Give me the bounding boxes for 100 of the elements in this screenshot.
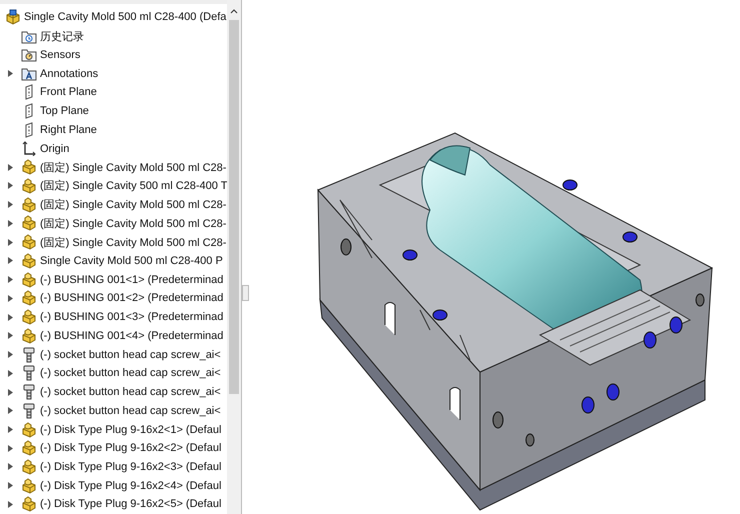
tree-item[interactable]: Front Plane (0, 82, 227, 102)
screw-icon (22, 402, 34, 419)
part-icon (20, 440, 36, 456)
tree-item[interactable]: (固定) Single Cavity Mold 500 ml C28- (0, 214, 227, 233)
tree-item-label: (固定) Single Cavity Mold 500 ml C28- (40, 216, 226, 231)
folder-clock-icon (20, 28, 36, 44)
expand-arrow-icon[interactable] (8, 276, 12, 284)
tree-item[interactable]: (-) Disk Type Plug 9-16x2<1> (Defaul (0, 420, 227, 439)
part-icon (20, 478, 36, 494)
tree-item-label: (固定) Single Cavity Mold 500 ml C28- (40, 236, 226, 250)
tree-item-label: (-) socket button head cap screw_ai< (40, 386, 221, 398)
expand-arrow-icon[interactable] (8, 164, 12, 171)
expand-arrow-icon[interactable] (8, 238, 12, 246)
tree-item-label: (-) Disk Type Plug 9-16x2<2> (Defaul (40, 442, 222, 454)
tree-item-label: (固定) Single Cavity Mold 500 ml C28- (40, 160, 226, 175)
tree-item-label: (-) BUSHING 001<1> (Predeterminad (40, 274, 224, 286)
tree-item[interactable]: Annotations (0, 64, 227, 83)
part-icon (20, 496, 36, 512)
tree-item[interactable]: (-) socket button head cap screw_ai< (0, 401, 227, 420)
tree-item-label: (-) Disk Type Plug 9-16x2<1> (Defaul (40, 424, 222, 436)
tree-item[interactable]: (-) socket button head cap screw_ai< (0, 382, 227, 402)
expand-arrow-icon[interactable] (8, 257, 12, 264)
tree-item-label: (-) BUSHING 001<3> (Predeterminad (40, 311, 224, 324)
tree-item-label: Front Plane (40, 86, 97, 98)
expand-arrow-icon[interactable] (8, 500, 12, 508)
expand-arrow-icon[interactable] (8, 351, 12, 358)
tree-item[interactable]: (-) Disk Type Plug 9-16x2<2> (Defaul (0, 438, 227, 458)
part-icon (20, 422, 36, 438)
scrollbar-thumb[interactable] (229, 20, 239, 394)
tree-item[interactable]: (-) socket button head cap screw_ai< (0, 345, 227, 364)
tree-item[interactable]: (固定) Single Cavity 500 ml C28-400 T (0, 176, 227, 196)
expand-arrow-icon[interactable] (8, 332, 12, 340)
plane-icon (22, 84, 34, 100)
expand-arrow-icon[interactable] (8, 314, 12, 321)
tree-item-label: (-) Disk Type Plug 9-16x2<4> (Defaul (40, 480, 222, 492)
tree-item[interactable]: (-) BUSHING 001<4> (Predeterminad (0, 326, 227, 346)
tree-item[interactable]: (-) BUSHING 001<3> (Predeterminad (0, 308, 227, 326)
tree-item-label: (-) Disk Type Plug 9-16x2<5> (Defaul (40, 498, 222, 510)
part-icon (20, 272, 36, 288)
tree-item-label: Sensors (40, 48, 80, 61)
folder-letter-icon (20, 66, 36, 82)
tree-item-label: Right Plane (40, 124, 97, 136)
tree-item-label: (固定) Single Cavity 500 ml C28-400 T (40, 178, 228, 194)
tree-item-label: (固定) Single Cavity Mold 500 ml C28- (40, 198, 226, 212)
plane-icon (22, 103, 34, 120)
tree-item[interactable]: Top Plane (0, 102, 227, 120)
part-icon (20, 159, 36, 176)
tree-item[interactable]: (固定) Single Cavity Mold 500 ml C28- (0, 232, 227, 252)
tree-item-label: Annotations (40, 68, 98, 80)
tree-item-label: (-) Disk Type Plug 9-16x2<3> (Defaul (40, 460, 222, 473)
origin-axes-icon (22, 141, 36, 156)
tree-item[interactable]: (-) Disk Type Plug 9-16x2<5> (Defaul (0, 495, 227, 514)
expand-arrow-icon[interactable] (8, 220, 12, 227)
expand-arrow-icon[interactable] (8, 70, 12, 78)
tree-item-label: Single Cavity Mold 500 ml C28-400 (Defa (24, 11, 226, 24)
tree-item[interactable]: Single Cavity Mold 500 ml C28-400 (Defa (0, 8, 227, 27)
tree-item[interactable]: (-) BUSHING 001<2> (Predeterminad (0, 289, 227, 308)
tree-item-label: Origin (40, 142, 70, 154)
splitter-handle[interactable] (242, 285, 249, 301)
screw-icon (22, 346, 34, 363)
part-icon (20, 252, 36, 269)
expand-arrow-icon[interactable] (8, 426, 12, 434)
tree-item[interactable]: (固定) Single Cavity Mold 500 ml C28- (0, 195, 227, 214)
tree-item-label: Top Plane (40, 105, 89, 118)
scroll-up-icon[interactable] (230, 8, 238, 14)
scrollbar[interactable] (227, 0, 241, 514)
expand-arrow-icon[interactable] (8, 482, 12, 490)
tree-item[interactable]: Single Cavity Mold 500 ml C28-400 P (0, 252, 227, 270)
expand-arrow-icon[interactable] (8, 201, 12, 208)
part-icon (20, 309, 36, 326)
expand-arrow-icon[interactable] (8, 463, 12, 470)
tree-item[interactable]: (-) Disk Type Plug 9-16x2<3> (Defaul (0, 458, 227, 476)
assembly-icon (4, 9, 20, 26)
expand-arrow-icon[interactable] (8, 407, 12, 414)
tree-item[interactable]: (-) BUSHING 001<1> (Predeterminad (0, 270, 227, 290)
tree-item-label: (-) BUSHING 001<2> (Predeterminad (40, 292, 224, 304)
folder-gauge-icon (20, 47, 36, 62)
tree-item[interactable]: 历史记录 (0, 26, 227, 46)
tree-item-label: (-) socket button head cap screw_ai< (40, 367, 221, 380)
tree-item-label: (-) BUSHING 001<4> (Predeterminad (40, 330, 224, 342)
plane-icon (22, 122, 34, 138)
tree-item[interactable]: (-) Disk Type Plug 9-16x2<4> (Defaul (0, 476, 227, 496)
tree-item[interactable]: Sensors (0, 45, 227, 64)
tree-item-label: Single Cavity Mold 500 ml C28-400 P (40, 254, 223, 267)
part-icon (20, 215, 36, 232)
tree-item-label: (-) socket button head cap screw_ai< (40, 348, 221, 361)
expand-arrow-icon[interactable] (8, 370, 12, 377)
tree-item[interactable]: Origin (0, 139, 227, 158)
part-icon (20, 234, 36, 250)
part-icon (20, 328, 36, 344)
expand-arrow-icon[interactable] (8, 444, 12, 452)
tree-item[interactable]: Right Plane (0, 120, 227, 140)
expand-arrow-icon[interactable] (8, 388, 12, 396)
tree-item-label: (-) socket button head cap screw_ai< (40, 404, 221, 417)
expand-arrow-icon[interactable] (8, 294, 12, 302)
tree-item[interactable]: (固定) Single Cavity Mold 500 ml C28- (0, 158, 227, 177)
tree-item[interactable]: (-) socket button head cap screw_ai< (0, 364, 227, 383)
expand-arrow-icon[interactable] (8, 182, 12, 190)
part-icon (20, 178, 36, 194)
part-icon (20, 458, 36, 475)
